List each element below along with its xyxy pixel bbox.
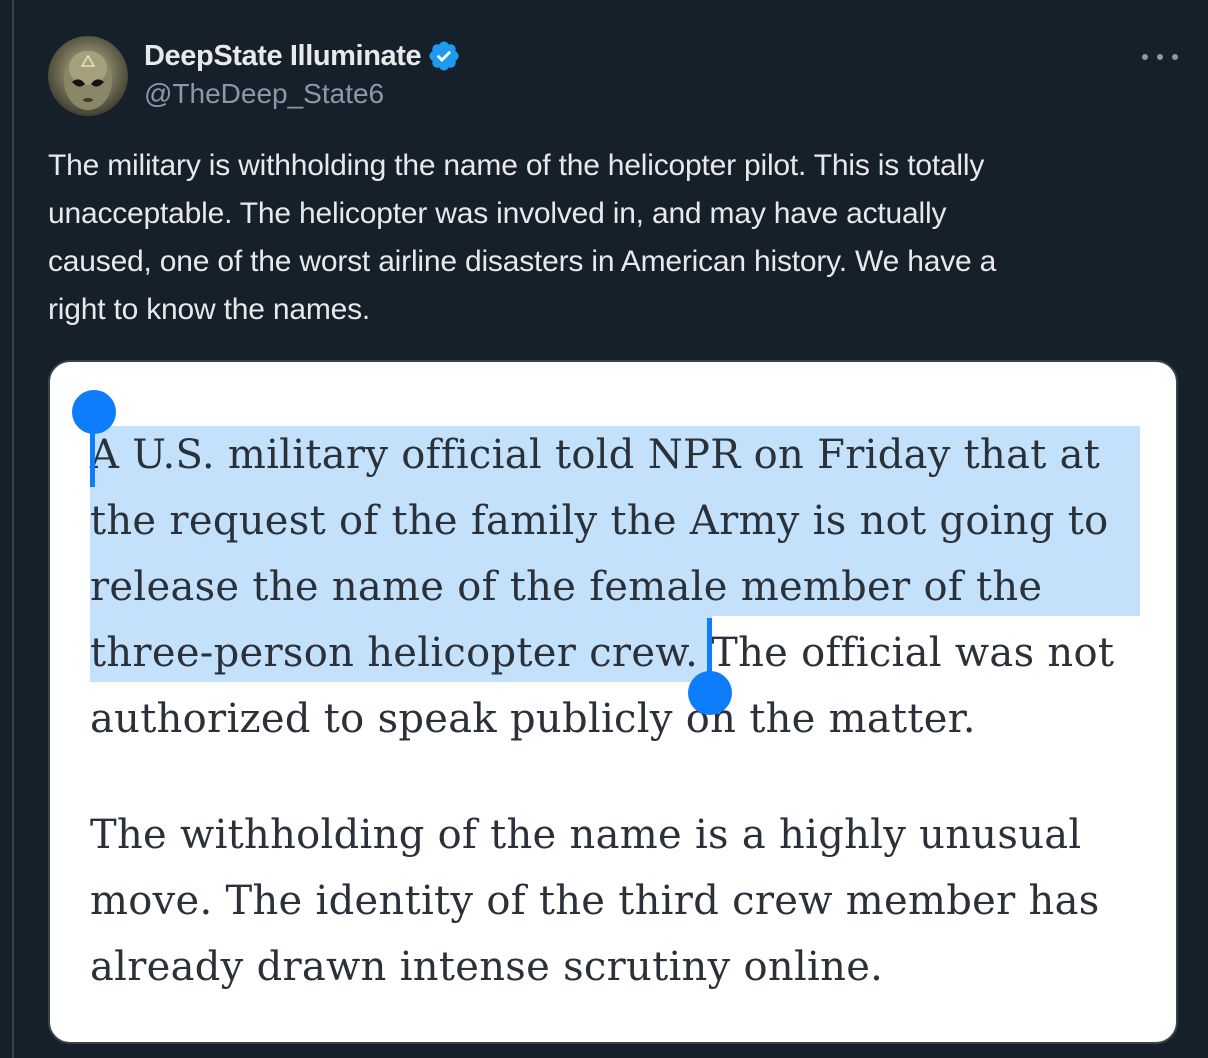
tweet-text: The military is withholding the name of …: [48, 142, 1183, 334]
alien-face-icon: [64, 50, 112, 110]
unselected-text: The official was not: [698, 630, 1115, 676]
article-line: the request of the family the Army is no…: [90, 498, 1109, 544]
article-line: A U.S. military official told NPR on Fri…: [90, 432, 1101, 478]
tweet-header: DeepState Illuminate @TheDeep_State6: [48, 36, 1178, 116]
tweet-line: caused, one of the worst airline disaste…: [48, 245, 997, 278]
attached-image[interactable]: A U.S. military official told NPR on Fri…: [48, 360, 1178, 1044]
article-line: three-person helicopter crew. The offici…: [90, 630, 1114, 676]
tweet-line: unacceptable. The helicopter was involve…: [48, 197, 947, 230]
handle[interactable]: @TheDeep_State6: [144, 78, 461, 110]
article-line: already drawn intense scrutiny online.: [90, 944, 884, 990]
thread-line: [12, 0, 14, 1058]
verified-badge-icon: [429, 41, 459, 71]
article-line: authorized to speak publicly on the matt…: [90, 696, 976, 742]
ellipsis-icon: [1142, 54, 1148, 60]
selected-text: three-person helicopter crew.: [90, 630, 699, 676]
article-line: The withholding of the name is a highly …: [90, 812, 1082, 858]
article-line: release the name of the female member of…: [90, 564, 1043, 610]
avatar[interactable]: [48, 36, 128, 116]
selection-end-handle-icon[interactable]: [688, 671, 732, 715]
selection-start-handle-icon[interactable]: [72, 390, 116, 434]
tweet-line: right to know the names.: [48, 293, 371, 326]
tweet-line: The military is withholding the name of …: [48, 149, 985, 182]
more-options-button[interactable]: [1142, 42, 1178, 72]
display-name[interactable]: DeepState Illuminate: [144, 40, 422, 73]
article-line: move. The identity of the third crew mem…: [90, 878, 1100, 924]
